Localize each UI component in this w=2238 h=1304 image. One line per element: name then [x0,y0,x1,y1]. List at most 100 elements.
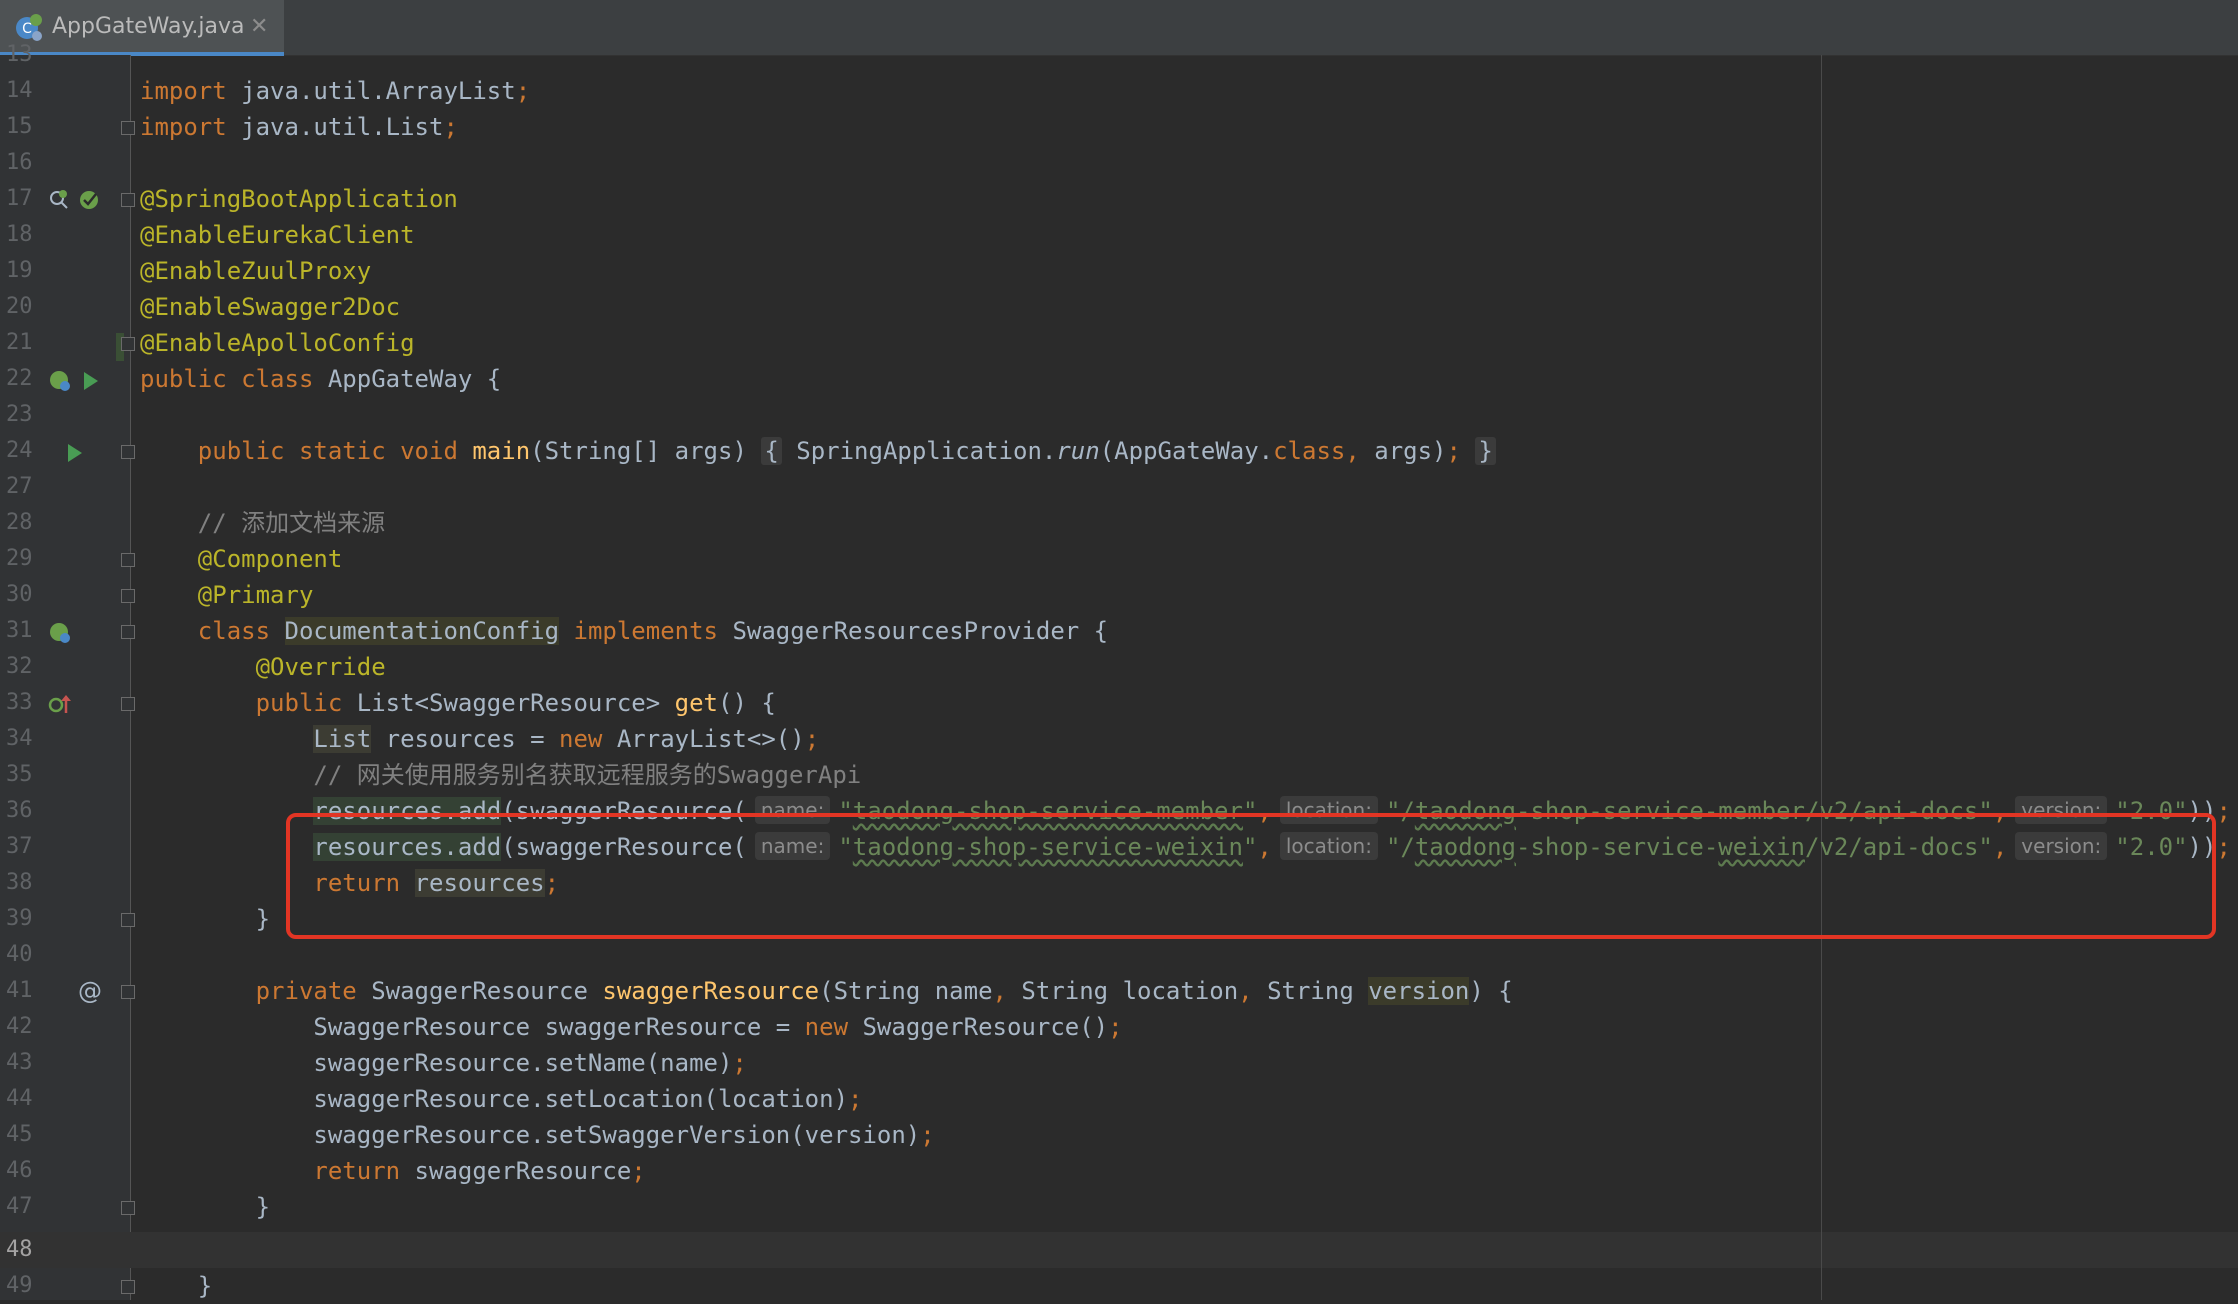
code-text[interactable]: @EnableSwagger2Doc [140,289,400,325]
spring-bean-icon[interactable] [48,369,72,393]
code-line: 20 @EnableSwagger2Doc [0,289,2238,325]
code-text[interactable]: @EnableZuulProxy [140,253,371,289]
code-line: 28 // 添加文档来源 [0,505,2238,541]
line-number: 14 [6,78,33,103]
code-text[interactable]: return swaggerResource; [140,1153,645,1189]
code-line: 22 public class AppGateWay { [0,361,2238,397]
run-icon[interactable] [66,443,84,463]
fold-marker-icon[interactable] [121,121,135,135]
code-text[interactable]: return resources; [140,865,559,901]
spring-bean-icon[interactable] [48,621,72,645]
code-line: 34 List resources = new ArrayList<>(); [0,721,2238,757]
code-text[interactable]: public List<SwaggerResource> get() { [140,685,776,721]
code-line: 31 class DocumentationConfig implements … [0,613,2238,649]
code-text[interactable]: public static void main(String[] args) {… [140,433,1496,469]
code-line: 14 import java.util.ArrayList; [0,73,2238,109]
code-line: 16 [0,145,2238,181]
code-line: 27 [0,469,2238,505]
line-number: 36 [6,798,33,823]
code-text[interactable]: public class AppGateWay { [140,361,501,397]
code-text[interactable]: resources.add(swaggerResource(name: "taod… [140,829,2231,865]
fold-marker-icon[interactable] [121,1201,135,1215]
fold-marker-icon[interactable] [121,445,135,459]
fold-marker-icon[interactable] [121,1280,135,1294]
code-text[interactable]: // 添加文档来源 [140,505,385,541]
code-line: 33 public List<SwaggerResource> get() { [0,685,2238,721]
parameter-hint: name: [754,796,831,824]
line-number: 19 [6,258,33,283]
line-number: 23 [6,402,33,427]
code-text[interactable]: SwaggerResource swaggerResource = new Sw… [140,1009,1122,1045]
code-line: 13 [0,37,2238,73]
fold-marker-icon[interactable] [121,337,135,351]
line-number: 28 [6,510,33,535]
code-text[interactable]: List resources = new ArrayList<>(); [140,721,819,757]
code-text[interactable]: // 网关使用服务别名获取远程服务的SwaggerApi [140,757,861,793]
code-line: 21 @EnableApolloConfig [0,325,2238,361]
code-line: 15 import java.util.List; [0,109,2238,145]
code-line: 39 } [0,901,2238,937]
code-line: 37 resources.add(swaggerResource(name: "t… [0,829,2238,865]
code-text[interactable]: swaggerResource.setLocation(location); [140,1081,862,1117]
code-text[interactable]: private SwaggerResource swaggerResource(… [140,973,1513,1009]
code-line: 23 [0,397,2238,433]
code-line: 47 } [0,1189,2238,1225]
code-text[interactable]: import java.util.List; [140,109,458,145]
code-editor[interactable]: 13 14 import java.util.ArrayList; 15 imp… [0,42,2238,1300]
run-icon[interactable] [82,371,100,391]
line-number: 13 [6,42,33,67]
line-number: 22 [6,366,33,391]
line-number: 41 [6,978,33,1003]
svg-text:C: C [22,21,32,37]
code-text[interactable]: } [140,1268,212,1304]
code-text[interactable]: import java.util.ArrayList; [140,73,530,109]
parameter-hint: version: [2015,796,2108,824]
code-text[interactable]: @Override [140,649,386,685]
fold-marker-icon[interactable] [121,625,135,639]
at-sign-icon[interactable]: @ [78,977,102,1005]
line-number: 46 [6,1158,33,1183]
line-number: 27 [6,474,33,499]
code-text[interactable]: @Primary [140,577,314,613]
code-text[interactable]: resources.add(swaggerResource(name: "taod… [140,793,2231,829]
line-number: 32 [6,654,33,679]
line-number: 35 [6,762,33,787]
line-number: 34 [6,726,33,751]
code-text[interactable]: @EnableEurekaClient [140,217,415,253]
code-line: 49 } [0,1268,2238,1304]
folded-region[interactable]: { [761,437,782,465]
code-text[interactable]: @Component [140,541,343,577]
code-text[interactable]: swaggerResource.setName(name); [140,1045,746,1081]
code-text[interactable]: @SpringBootApplication [140,181,458,217]
code-line: 42 SwaggerResource swaggerResource = new… [0,1009,2238,1045]
code-line: 19 @EnableZuulProxy [0,253,2238,289]
code-line: 36 resources.add(swaggerResource(name: "t… [0,793,2238,829]
code-line: 17 @SpringBootApplication [0,181,2238,217]
code-text[interactable]: @EnableApolloConfig [140,325,415,361]
line-number: 16 [6,150,33,175]
code-line: 43 swaggerResource.setName(name); [0,1045,2238,1081]
code-text[interactable]: swaggerResource.setSwaggerVersion(versio… [140,1117,934,1153]
fold-marker-icon[interactable] [121,553,135,567]
fold-marker-icon[interactable] [121,697,135,711]
line-number: 18 [6,222,33,247]
fold-marker-icon[interactable] [121,985,135,999]
line-number: 44 [6,1086,33,1111]
find-usages-icon[interactable] [48,189,70,211]
override-icon[interactable] [48,693,72,715]
line-number: 20 [6,294,33,319]
fold-marker-icon[interactable] [121,193,135,207]
spring-bean-icon[interactable] [78,187,102,211]
code-line: 24 public static void main(String[] args… [0,433,2238,469]
code-text[interactable]: class DocumentationConfig implements Swa… [140,613,1108,649]
code-line: 35 // 网关使用服务别名获取远程服务的SwaggerApi [0,757,2238,793]
fold-marker-icon[interactable] [121,589,135,603]
folded-region[interactable]: } [1475,437,1496,465]
fold-marker-icon[interactable] [121,913,135,927]
parameter-hint: version: [2015,832,2108,860]
line-number: 47 [6,1194,33,1219]
code-text[interactable]: } [140,901,270,937]
code-text[interactable]: } [140,1189,270,1225]
parameter-hint: location: [1279,796,1378,824]
code-line: 44 swaggerResource.setLocation(location)… [0,1081,2238,1117]
